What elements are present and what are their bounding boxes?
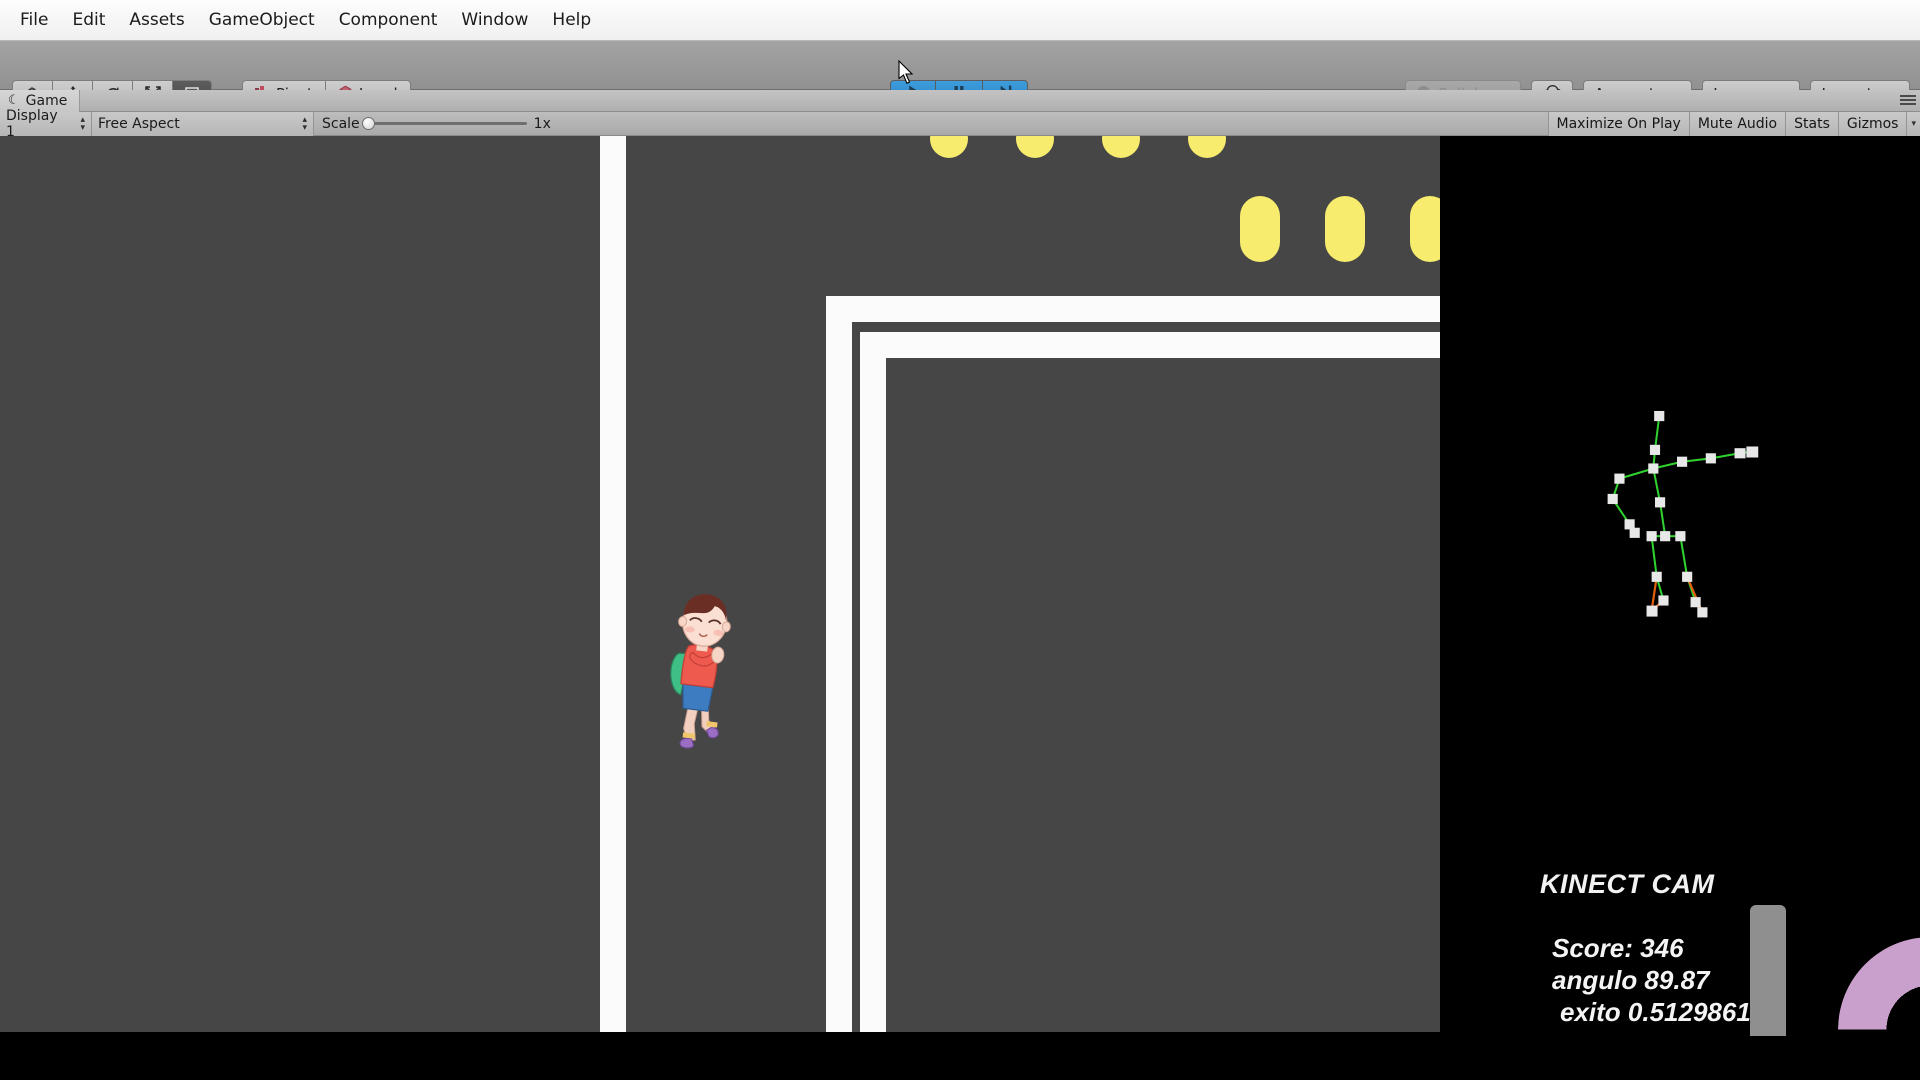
combustible-gauge-arc — [1838, 937, 1920, 1036]
game-render-area[interactable]: KINECT CAM Score: 346 angulo 89.87 exito… — [0, 136, 1920, 1036]
tab-game-label: Game — [25, 92, 68, 109]
updown-arrows-icon: ▴ ▾ — [302, 114, 307, 133]
scale-slider[interactable] — [361, 117, 527, 130]
exito-text: exito 0.5129861 — [1560, 997, 1751, 1027]
score-text: Score: 346 — [1552, 933, 1684, 963]
exito-progress-bar — [1750, 905, 1786, 1036]
mouse-cursor — [898, 60, 914, 84]
chevron-down-icon: ▾ — [1911, 119, 1916, 129]
stats-toggle[interactable]: Stats — [1785, 112, 1838, 136]
collectible-pill — [1410, 196, 1440, 262]
mute-audio-toggle[interactable]: Mute Audio — [1688, 112, 1786, 136]
panel-tab-row: ☾ Game — [0, 89, 1920, 112]
menu-assets[interactable]: Assets — [117, 7, 196, 33]
scale-control: Scale 1x — [314, 112, 559, 136]
collectible-pill — [1325, 196, 1365, 262]
combustible-gauge — [1838, 937, 1920, 1036]
hud-stats-readout: Score: 346 angulo 89.87 exito 0.5129861 — [1552, 932, 1882, 1028]
scale-slider-knob[interactable] — [361, 117, 375, 130]
collectible-dot — [1188, 136, 1226, 158]
angulo-text: angulo 89.87 — [1552, 965, 1710, 995]
menu-gameobject[interactable]: GameObject — [197, 7, 327, 33]
collectible-dot — [1016, 136, 1054, 158]
menu-window[interactable]: Window — [449, 7, 540, 33]
game-view-toggles: Maximize On Play Mute Audio Stats Gizmos… — [1547, 112, 1920, 136]
hud-panel: KINECT CAM Score: 346 angulo 89.87 exito… — [1440, 272, 1920, 1036]
menu-component[interactable]: Component — [327, 7, 450, 33]
scale-label: Scale — [322, 115, 360, 132]
menu-help[interactable]: Help — [540, 7, 603, 33]
collectible-pill — [1240, 196, 1280, 262]
wall-inner-horizontal — [860, 332, 1440, 358]
display-dropdown[interactable]: Display 1 ▴ ▾ — [0, 108, 92, 140]
unity-editor-window: File Edit Assets GameObject Component Wi… — [0, 0, 1920, 1080]
skeleton-joints — [1607, 410, 1759, 618]
display-label: Display 1 — [6, 107, 58, 140]
menu-edit[interactable]: Edit — [60, 7, 117, 33]
scale-value: 1x — [533, 115, 551, 132]
wall-left-vertical — [600, 136, 626, 1032]
player-character — [649, 584, 750, 770]
menu-bar: File Edit Assets GameObject Component Wi… — [0, 0, 1920, 41]
wall-top-horizontal — [826, 296, 1440, 322]
collectible-dot — [930, 136, 968, 158]
gizmos-dropdown-arrow[interactable]: ▾ — [1906, 112, 1920, 136]
game-view-icon: ☾ — [8, 93, 20, 108]
collectible-dot — [1102, 136, 1140, 158]
kinect-skeleton-visualization — [1607, 410, 1759, 618]
maximize-on-play-toggle[interactable]: Maximize On Play — [1547, 112, 1689, 136]
menu-file[interactable]: File — [8, 7, 60, 33]
kinect-cam-label: KINECT CAM — [1540, 869, 1715, 899]
wall-mid-vertical — [826, 296, 852, 1032]
aspect-dropdown[interactable]: Free Aspect ▴ ▾ — [92, 111, 314, 136]
maze-scene — [0, 136, 1440, 1032]
panel-options-icon[interactable] — [1900, 92, 1916, 108]
updown-arrows-icon: ▴ ▾ — [80, 114, 85, 133]
aspect-label: Free Aspect — [98, 115, 180, 132]
wall-inner-vertical — [860, 332, 886, 1032]
gizmos-toggle[interactable]: Gizmos — [1837, 112, 1907, 136]
